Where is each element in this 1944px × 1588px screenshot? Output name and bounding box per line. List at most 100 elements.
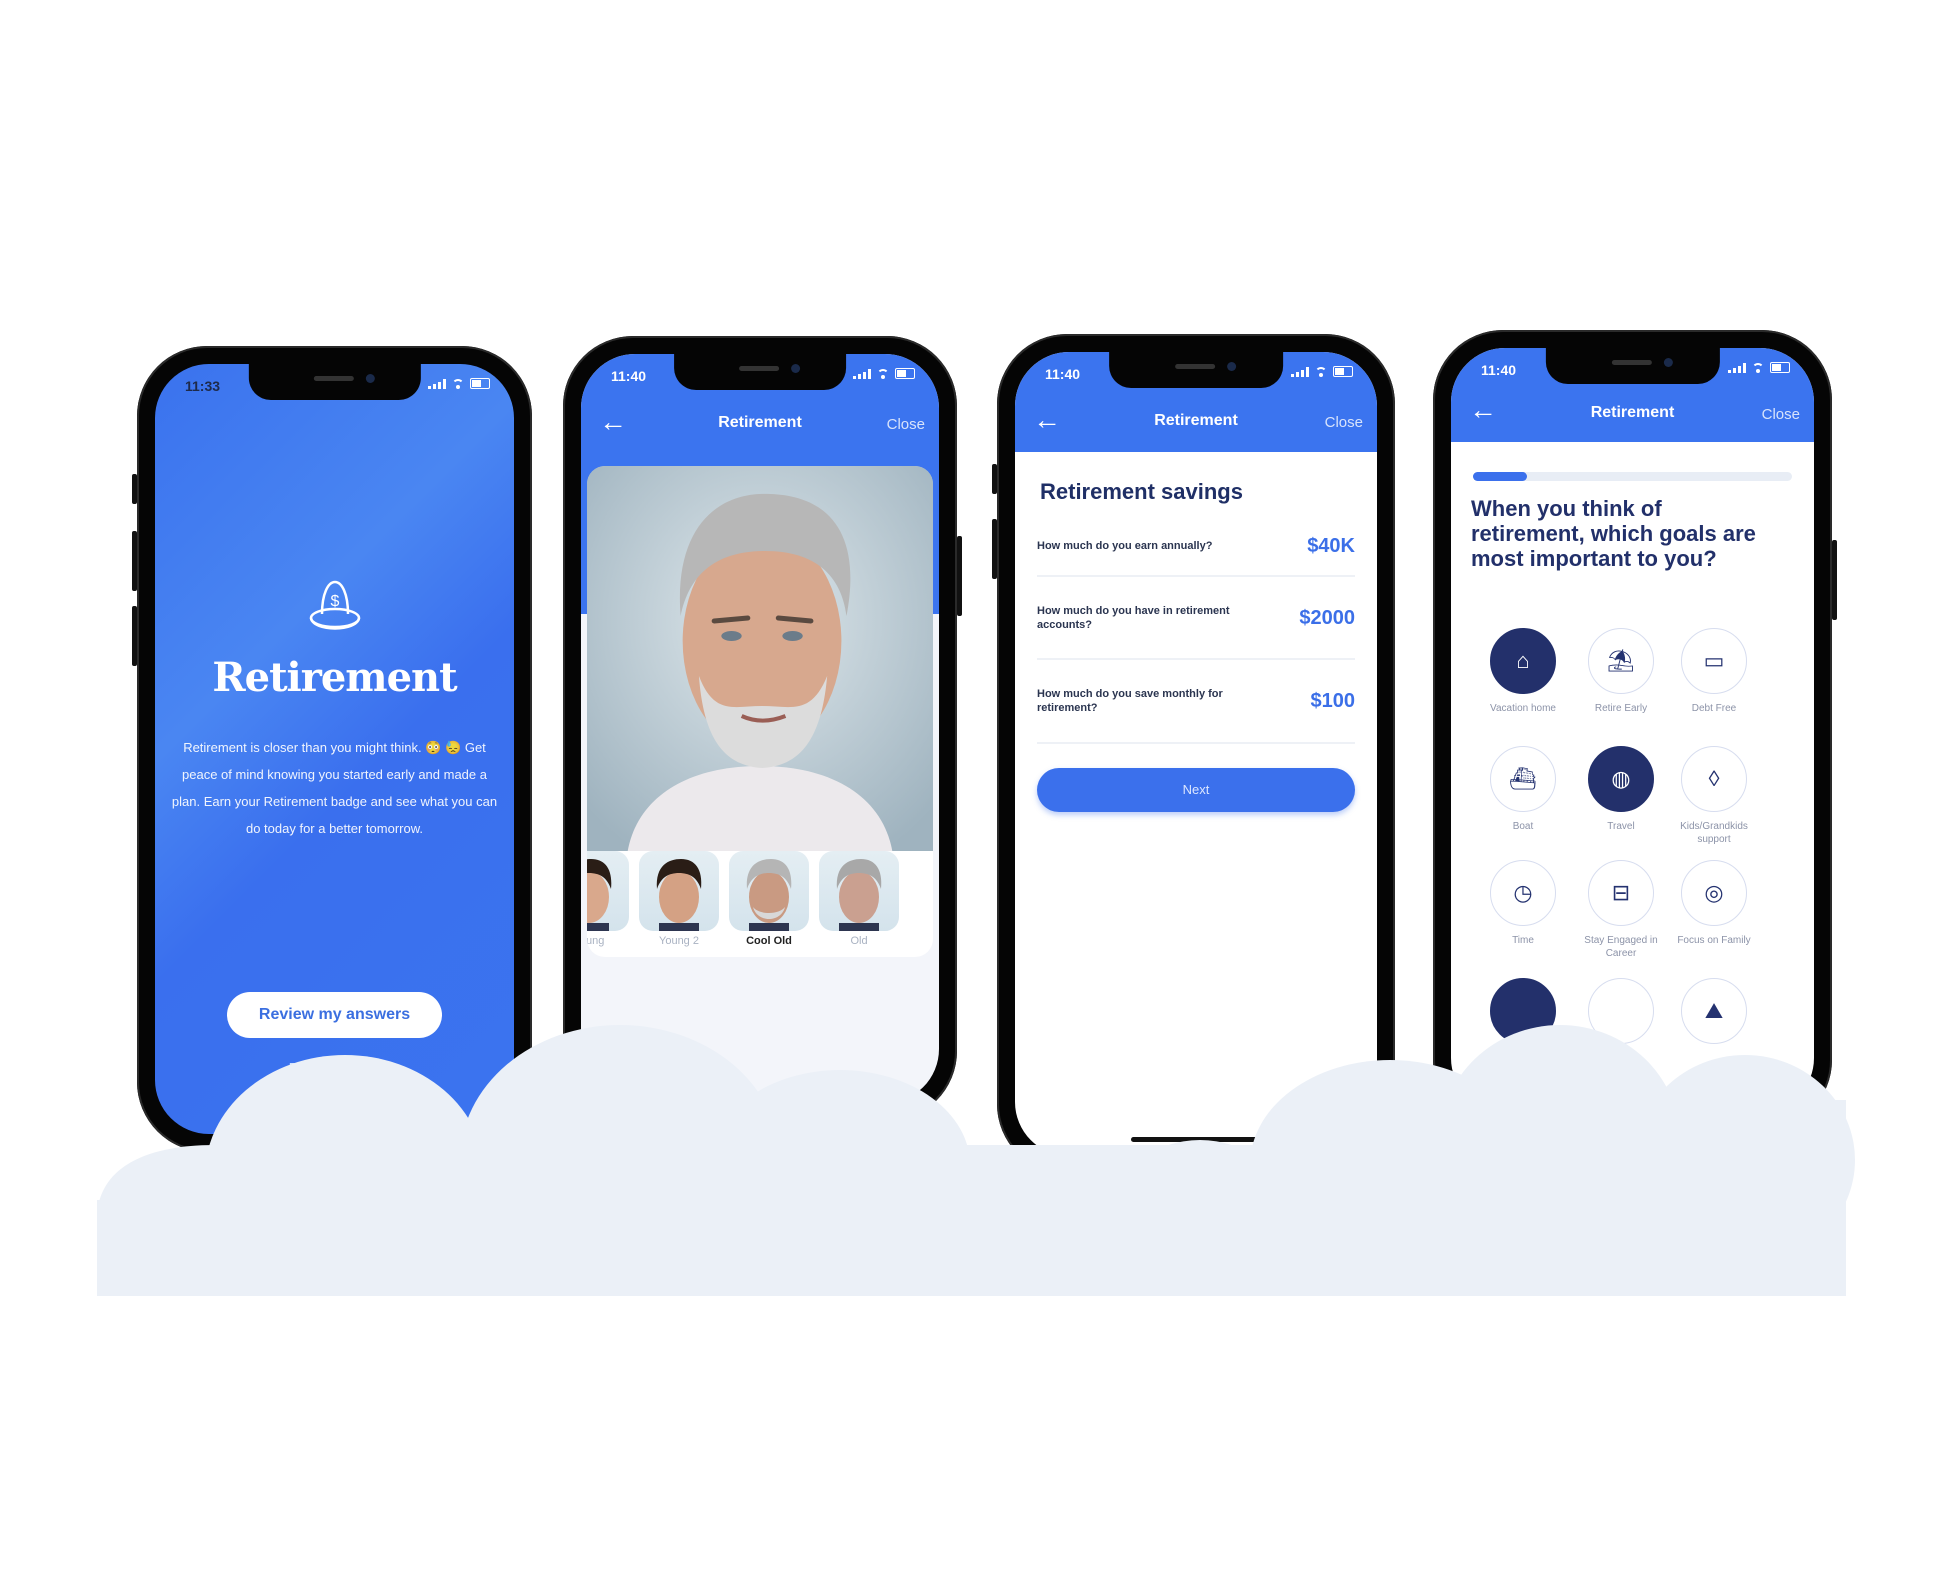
nav-title: Retirement xyxy=(1154,412,1238,429)
goal-label: Travel xyxy=(1607,821,1635,832)
signal-icon xyxy=(1291,366,1309,377)
goal-icon xyxy=(1588,978,1654,1044)
question-text: When you think of retirement, which goal… xyxy=(1471,496,1756,571)
credit-card-icon: ▭ xyxy=(1681,628,1747,694)
goal-option[interactable] xyxy=(1473,978,1573,1052)
savings-row[interactable]: How much do you save monthly for retirem… xyxy=(1037,660,1355,744)
notch xyxy=(1109,352,1283,388)
savings-value[interactable]: $2000 xyxy=(1299,607,1355,630)
signal-icon xyxy=(428,378,446,389)
nav-title: Retirement xyxy=(1590,404,1675,421)
goal-option[interactable]: ⛴ Boat xyxy=(1473,746,1573,833)
savings-question: How much do you earn annually? xyxy=(1037,540,1213,552)
notch xyxy=(674,354,846,390)
next-button[interactable]: Next xyxy=(1037,768,1355,812)
intro-screen: 11:33 $ Retirement Retirement is closer … xyxy=(155,364,514,1134)
age-style-thumbnail[interactable]: Cool Old xyxy=(729,851,809,957)
side-button xyxy=(992,519,997,579)
notch xyxy=(248,364,421,400)
goals-screen: 11:40 ← Retirement Close When you think … xyxy=(1451,348,1814,1112)
savings-row[interactable]: How much do you have in retirement accou… xyxy=(1037,578,1355,660)
side-button xyxy=(132,606,137,666)
age-style-carousel: Young Young 2 Cool Old Old xyxy=(587,851,933,957)
baby-bottle-icon: ◊ xyxy=(1681,746,1747,812)
phone-intro: 11:33 $ Retirement Retirement is closer … xyxy=(132,346,532,1152)
thumbnail-label: Old xyxy=(850,935,868,947)
status-time: 11:40 xyxy=(611,368,647,384)
globe-icon: ◍ xyxy=(1588,746,1654,812)
svg-text:$: $ xyxy=(330,593,339,610)
aged-face-photo xyxy=(587,466,933,851)
age-style-thumbnail[interactable]: Young 2 xyxy=(639,851,719,957)
quiz-progress-bar xyxy=(1473,472,1792,481)
nest-egg-dollar-icon: $ xyxy=(309,580,360,630)
savings-value[interactable]: $40K xyxy=(1307,535,1355,558)
nav-title: Retirement xyxy=(718,414,802,431)
goal-option[interactable]: ▭ Debt Free xyxy=(1664,628,1764,715)
wifi-icon xyxy=(877,368,889,379)
goal-option[interactable]: ⛰ xyxy=(1664,978,1764,1052)
phone-face-age: 11:40 ← Retirement Close ung Young 2 Coo… xyxy=(563,336,962,1121)
side-button xyxy=(992,464,997,494)
home-indicator xyxy=(1131,1137,1261,1142)
savings-question: How much do you save monthly for retirem… xyxy=(1037,688,1223,714)
goal-label: Boat xyxy=(1512,821,1534,832)
boat-icon: ⛴ xyxy=(1490,746,1556,812)
goal-label: Stay Engaged in Career xyxy=(1584,935,1658,959)
status-time: 11:40 xyxy=(1481,362,1517,378)
goal-option[interactable]: ⊟ Stay Engaged in Career xyxy=(1571,860,1671,960)
wifi-icon xyxy=(1752,362,1764,373)
goal-option[interactable]: ⛱ Retire Early xyxy=(1571,628,1671,715)
vacation-home-icon: ⌂ xyxy=(1490,628,1556,694)
family-icon: ◎ xyxy=(1681,860,1747,926)
side-button xyxy=(1832,540,1837,620)
mountain-icon: ⛰ xyxy=(1681,978,1747,1044)
clock-icon: ◷ xyxy=(1490,860,1556,926)
wifi-icon xyxy=(452,378,464,389)
goal-icon xyxy=(1490,978,1556,1044)
goal-option[interactable]: ◊ Kids/Grandkids support xyxy=(1664,746,1764,846)
wifi-icon xyxy=(1315,366,1327,377)
savings-value[interactable]: $100 xyxy=(1311,690,1356,713)
section-heading: Retirement savings xyxy=(1040,479,1243,504)
face-age-screen: 11:40 ← Retirement Close ung Young 2 Coo… xyxy=(581,354,939,1103)
goal-label: Debt Free xyxy=(1691,703,1737,714)
thumbnail-face-image xyxy=(819,851,899,931)
battery-icon xyxy=(895,368,915,379)
back-to-home-link[interactable]: Back to home xyxy=(155,1060,514,1077)
thumbnail-face-image xyxy=(639,851,719,931)
side-button xyxy=(132,531,137,591)
review-answers-button[interactable]: Review my answers xyxy=(227,992,442,1038)
age-style-thumbnail[interactable]: Old xyxy=(819,851,899,957)
age-style-thumbnail[interactable]: Young xyxy=(587,851,629,957)
notch xyxy=(1545,348,1720,384)
battery-icon xyxy=(1333,366,1353,377)
thumbnail-label: Young xyxy=(587,935,605,947)
side-button xyxy=(957,536,962,616)
progress-fill xyxy=(1473,472,1528,481)
signal-icon xyxy=(853,368,871,379)
goal-label: Time xyxy=(1512,935,1534,946)
goal-label: Kids/Grandkids support xyxy=(1680,821,1748,845)
goal-option[interactable]: ◷ Time xyxy=(1473,860,1573,947)
goal-option[interactable]: ◎ Focus on Family xyxy=(1664,860,1764,947)
close-button[interactable]: Close xyxy=(887,416,925,433)
side-button xyxy=(132,474,137,504)
close-button[interactable]: Close xyxy=(1762,406,1800,423)
goal-label: Focus on Family xyxy=(1677,935,1751,946)
thumbnail-label: Cool Old xyxy=(746,935,792,947)
briefcase-icon: ⊟ xyxy=(1588,860,1654,926)
savings-screen: 11:40 ← Retirement Close Retirement savi… xyxy=(1015,352,1377,1156)
description: Retirement is closer than you might thin… xyxy=(171,740,498,836)
goal-option[interactable] xyxy=(1571,978,1671,1052)
page-title: Retirement xyxy=(212,654,457,701)
beach-chair-icon: ⛱ xyxy=(1588,628,1654,694)
close-button[interactable]: Close xyxy=(1325,414,1363,431)
goal-option[interactable]: ◍ Travel xyxy=(1571,746,1671,833)
goal-option[interactable]: ⌂ Vacation home xyxy=(1473,628,1573,715)
status-time: 11:33 xyxy=(185,378,221,394)
phone-goals: 11:40 ← Retirement Close When you think … xyxy=(1433,330,1837,1130)
savings-row[interactable]: How much do you earn annually? $40K xyxy=(1037,517,1355,577)
signal-icon xyxy=(1728,362,1746,373)
status-time: 11:40 xyxy=(1045,366,1081,382)
